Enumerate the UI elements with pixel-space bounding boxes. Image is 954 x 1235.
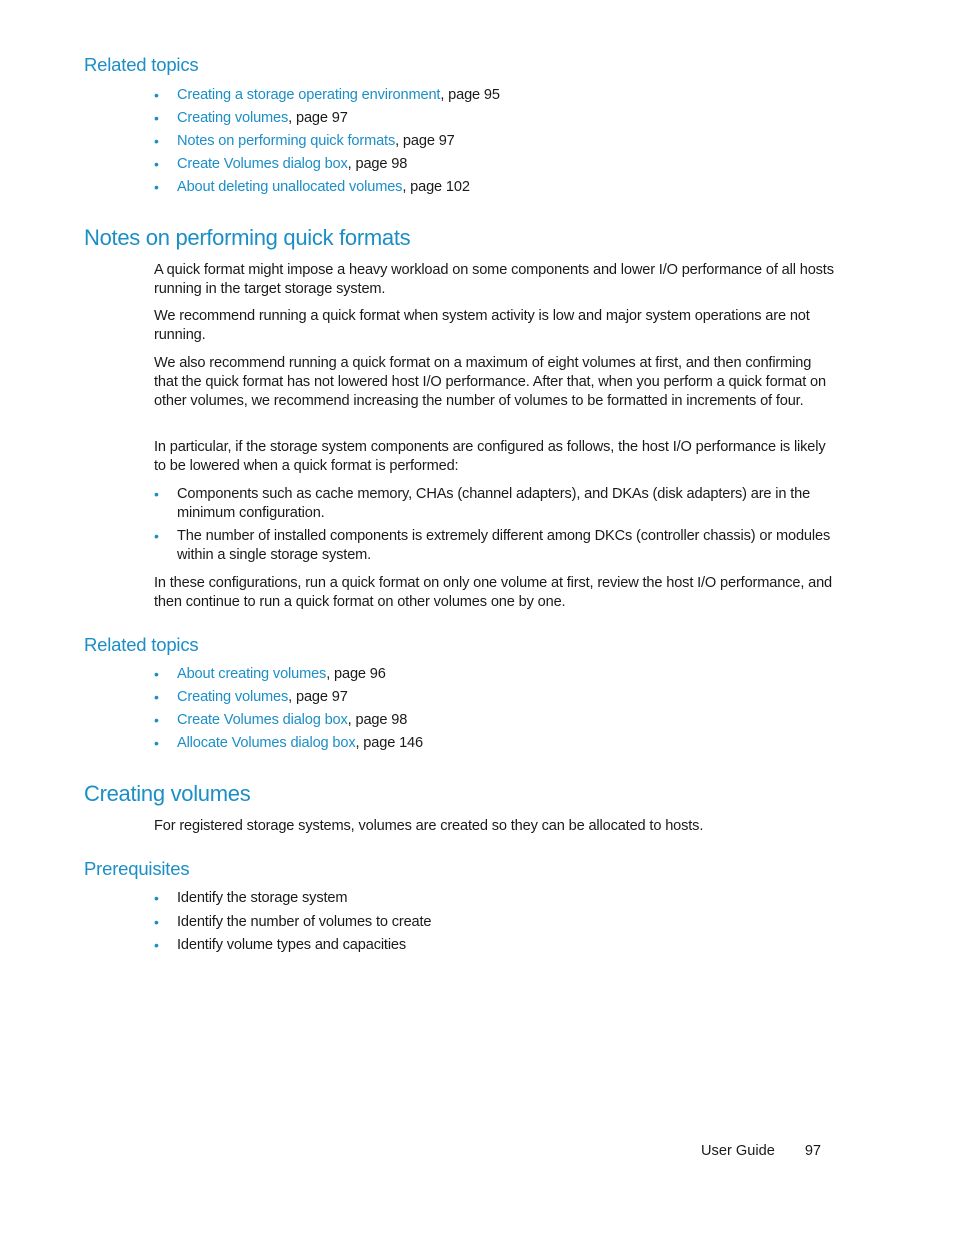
page-footer: User Guide 97 [701, 1143, 821, 1159]
link-create-volumes-dialog[interactable]: Create Volumes dialog box [177, 712, 348, 728]
prerequisites-list: • Identify the storage system • Identify t… [154, 889, 834, 960]
page-ref: , page 95 [440, 87, 500, 103]
link-about-creating-volumes[interactable]: About creating volumes [177, 666, 326, 682]
page-ref: , page 97 [288, 689, 348, 705]
bullet-icon: • [154, 110, 159, 126]
list-item: • Create Volumes dialog box, page 98 [154, 155, 834, 178]
list-item: • Creating volumes, page 97 [154, 109, 834, 132]
link-creating-volumes[interactable]: Creating volumes [177, 110, 288, 126]
bullet-icon: • [154, 133, 159, 149]
bullet-icon: • [154, 528, 159, 544]
list-item: • Identify volume types and capacities [154, 936, 834, 960]
paragraph: For registered storage systems, volumes … [154, 818, 704, 834]
list-item: • The number of installed components is e… [154, 527, 834, 565]
list-item: • Notes on performing quick formats, page… [154, 132, 834, 155]
link-creating-volumes[interactable]: Creating volumes [177, 689, 288, 705]
paragraph: A quick format might impose a heavy work… [154, 262, 834, 297]
notes-heading: Notes on performing quick formats [84, 225, 411, 250]
related-topics-list: • Creating a storage operating environmen… [154, 86, 834, 201]
page-ref: , page 97 [395, 133, 455, 149]
link-notes-on-quick-formats[interactable]: Notes on performing quick formats [177, 133, 395, 149]
bullet-icon: • [154, 486, 159, 502]
related-topics-list: • About creating volumes, page 96 • Creati… [154, 665, 834, 757]
link-creating-storage-operating-environment[interactable]: Creating a storage operating environment [177, 87, 440, 103]
list-item: • Create Volumes dialog box, page 98 [154, 711, 834, 734]
page-ref: , page 96 [326, 666, 386, 682]
bullet-icon: • [154, 937, 159, 953]
list-item-text: The number of installed components is ex… [177, 528, 831, 563]
list-item: • Creating volumes, page 97 [154, 688, 834, 711]
list-item-text: Identify the number of volumes to create [177, 913, 432, 930]
related-topics-heading: Related topics [84, 54, 199, 75]
link-about-deleting-unallocated-volumes[interactable]: About deleting unallocated volumes [177, 179, 402, 195]
bullet-icon: • [154, 735, 159, 751]
list-item: • About creating volumes, page 96 [154, 665, 834, 688]
page-ref: , page 146 [355, 735, 424, 751]
list-item-text: Identify the storage system [177, 890, 348, 906]
list-item-text: Identify volume types and capacities [177, 937, 407, 953]
link-allocate-volumes-dialog[interactable]: Allocate Volumes dialog box [177, 735, 356, 751]
list-item: • Allocate Volumes dialog box, page 146 [154, 734, 834, 757]
list-item: • Creating a storage operating environmen… [154, 86, 834, 109]
bullet-icon: • [154, 87, 159, 103]
list-item: • Identify the number of volumes to creat… [154, 913, 834, 937]
list-item: • Components such as cache memory, CHAs (… [154, 485, 834, 523]
footer-guide-title: User Guide [701, 1143, 775, 1159]
page-ref: , page 97 [288, 110, 348, 126]
bullet-icon: • [154, 156, 159, 172]
bullet-icon: • [154, 689, 159, 705]
page-ref: , page 102 [402, 179, 470, 195]
bullet-icon: • [154, 666, 159, 682]
page-ref: , page 98 [347, 712, 408, 728]
creating-volumes-heading: Creating volumes [84, 781, 251, 806]
page-ref: , page 98 [347, 156, 408, 172]
related-topics-heading: Related topics [84, 634, 199, 655]
bullet-icon: • [154, 712, 159, 728]
configuration-list: • Components such as cache memory, CHAs (… [154, 485, 834, 569]
list-item: • About deleting unallocated volumes, pag… [154, 178, 834, 201]
bullet-icon: • [154, 179, 159, 195]
link-create-volumes-dialog[interactable]: Create Volumes dialog box [177, 156, 348, 172]
bullet-icon: • [154, 890, 159, 906]
paragraph: We also recommend running a quick format… [154, 355, 826, 409]
paragraph: We recommend running a quick format when… [154, 308, 810, 343]
bullet-icon: • [154, 913, 159, 930]
prerequisites-heading: Prerequisites [84, 858, 190, 879]
paragraph: In particular, if the storage system com… [154, 439, 826, 474]
list-item: • Identify the storage system [154, 889, 834, 913]
paragraph: In these configurations, run a quick for… [154, 575, 833, 610]
list-item-text: Components such as cache memory, CHAs (c… [177, 486, 811, 521]
page-number: 97 [804, 1143, 822, 1159]
